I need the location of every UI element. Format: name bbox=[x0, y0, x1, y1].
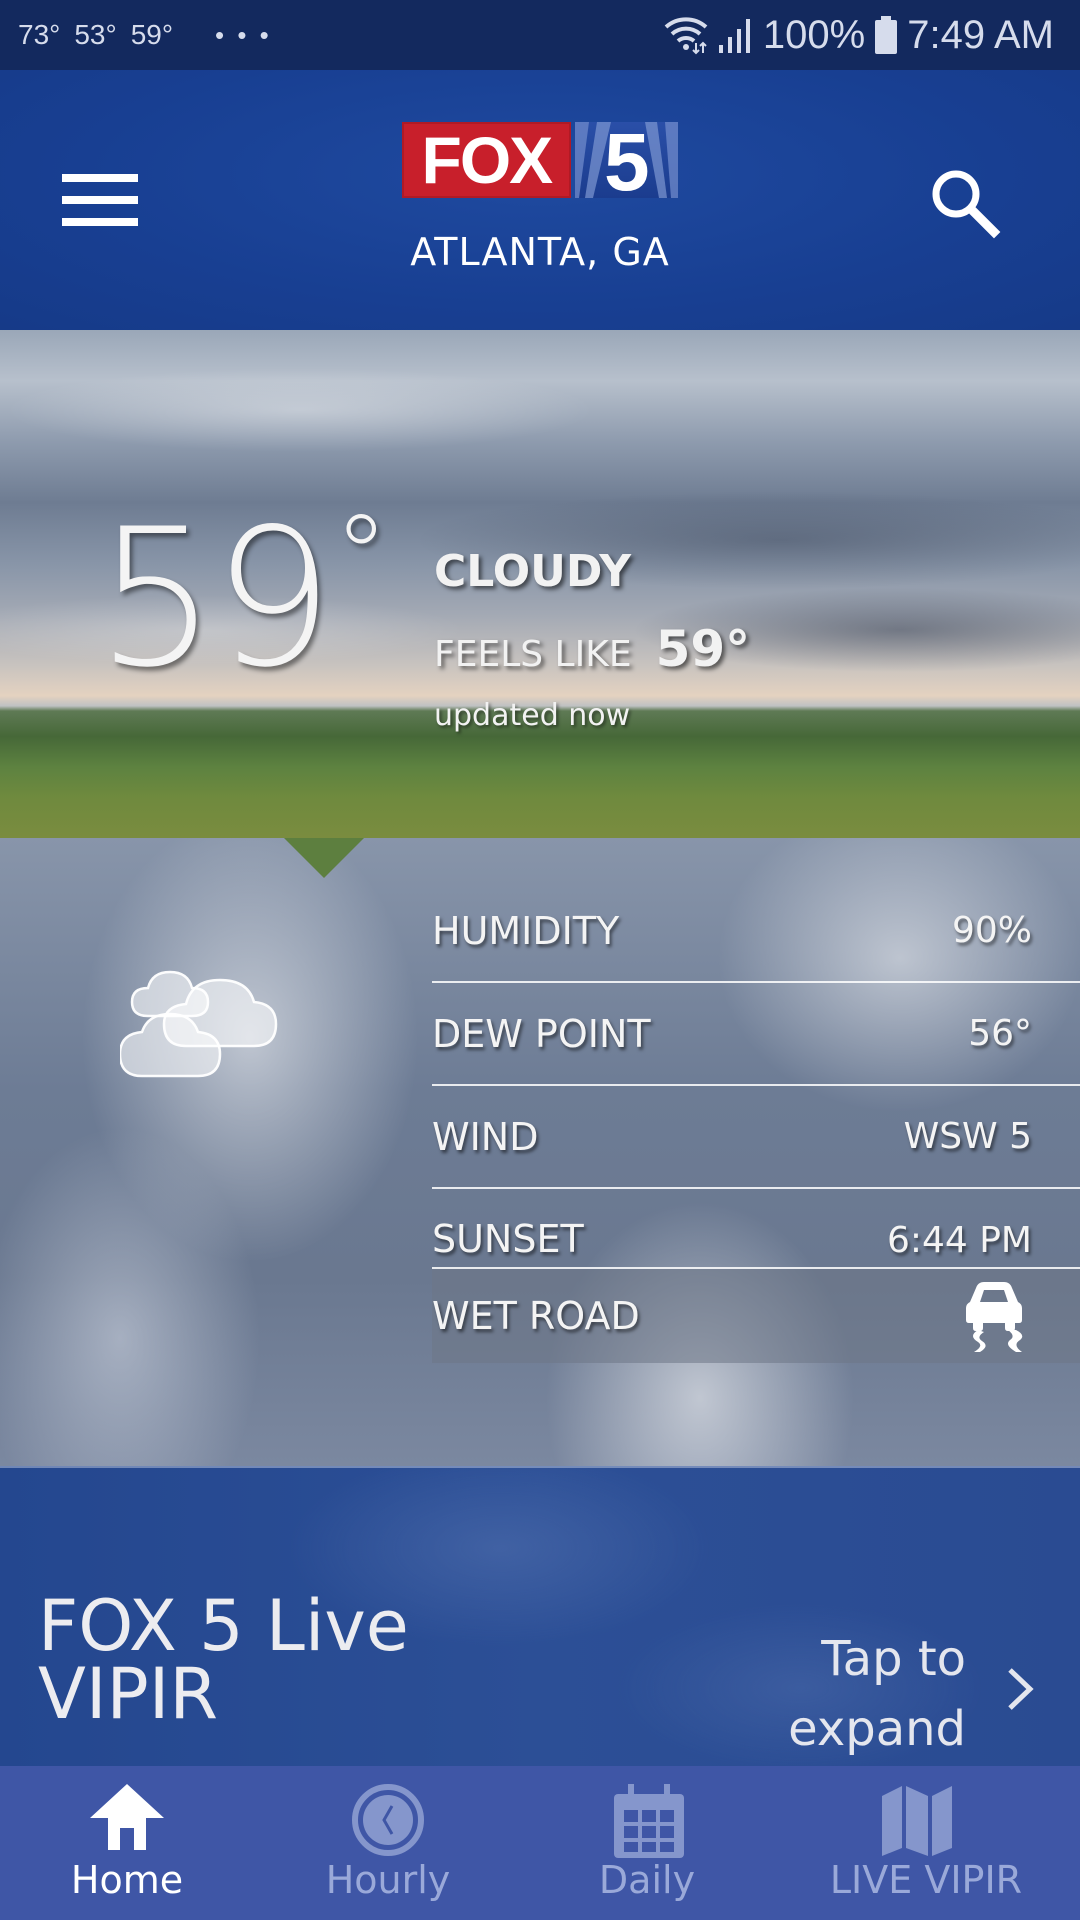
clock-time: 7:49 AM bbox=[907, 12, 1054, 57]
vipir-title: FOX 5 Live VIPIR bbox=[38, 1585, 409, 1735]
logo-five: 5 bbox=[574, 122, 678, 198]
map-icon bbox=[882, 1786, 952, 1856]
section-pointer bbox=[284, 838, 364, 878]
nav-label: Hourly bbox=[325, 1858, 451, 1902]
logo-fox: FOX bbox=[402, 122, 571, 198]
status-temp: 59° bbox=[130, 19, 174, 50]
metric-label: WIND bbox=[432, 1114, 539, 1159]
nav-label: Daily bbox=[598, 1858, 696, 1902]
status-temp: 73° bbox=[18, 19, 61, 50]
search-icon[interactable] bbox=[928, 166, 1002, 240]
clock-icon bbox=[352, 1784, 424, 1856]
slippery-road-icon bbox=[966, 1282, 1023, 1352]
bottom-navigation: Home Hourly Daily LIVE VIPIR bbox=[0, 1766, 1080, 1920]
status-bar: 73° 53° 59° • • • 100% 7:49 AM bbox=[0, 0, 1080, 70]
wifi-icon bbox=[664, 17, 708, 55]
weather-details: HUMIDITY 90% DEW POINT 56° WIND WSW 5 SU… bbox=[0, 838, 1080, 1466]
tap-line: expand bbox=[788, 1701, 966, 1757]
temperature-value: 59 bbox=[96, 488, 334, 709]
nav-label: Home bbox=[70, 1858, 184, 1902]
cloudy-icon bbox=[120, 970, 278, 1078]
live-vipir-banner[interactable]: FOX 5 Live VIPIR Tap to expand bbox=[0, 1466, 1080, 1766]
nav-label: LIVE VIPIR bbox=[829, 1858, 1023, 1902]
nav-daily[interactable]: Daily bbox=[522, 1766, 772, 1920]
metric-row-humidity: HUMIDITY 90% bbox=[432, 880, 1080, 983]
chevron-right-icon[interactable] bbox=[1002, 1664, 1038, 1714]
metric-label: HUMIDITY bbox=[432, 908, 620, 953]
current-conditions: 59° CLOUDY FEELS LIKE 59° updated now bbox=[0, 330, 1080, 838]
feels-like: FEELS LIKE 59° bbox=[434, 620, 750, 678]
nav-live-vipir[interactable]: LIVE VIPIR bbox=[772, 1766, 1080, 1920]
metric-row-wind: WIND WSW 5 bbox=[432, 1086, 1080, 1189]
home-icon bbox=[90, 1784, 164, 1850]
vipir-title-line: VIPIR bbox=[38, 1653, 219, 1735]
more-notifications-icon: • • • bbox=[215, 19, 272, 50]
logo-number: 5 bbox=[603, 122, 650, 198]
wet-road-alert[interactable]: WET ROAD bbox=[432, 1269, 1080, 1363]
metric-value: 90% bbox=[951, 910, 1032, 951]
status-temp: 53° bbox=[74, 19, 117, 50]
vipir-title-line: FOX 5 Live bbox=[38, 1585, 409, 1667]
tap-line: Tap to bbox=[821, 1631, 966, 1687]
hamburger-menu-icon[interactable] bbox=[62, 174, 138, 228]
degree-symbol: ° bbox=[333, 491, 389, 619]
feels-like-label: FEELS LIKE bbox=[434, 634, 632, 675]
metric-value: 6:44 PM bbox=[886, 1220, 1032, 1261]
nav-hourly[interactable]: Hourly bbox=[254, 1766, 522, 1920]
tap-to-expand[interactable]: Tap to expand bbox=[760, 1624, 966, 1764]
metric-value: WSW 5 bbox=[903, 1116, 1032, 1157]
current-temperature: 59° bbox=[96, 500, 389, 694]
metric-value: 56° bbox=[968, 1013, 1032, 1054]
metric-label: SUNSET bbox=[432, 1217, 584, 1261]
updated-text: updated now bbox=[434, 698, 631, 733]
location-label: ATLANTA, GA bbox=[410, 230, 670, 274]
fox5-logo: FOX 5 bbox=[402, 122, 678, 200]
app-header: FOX 5 ATLANTA, GA bbox=[0, 70, 1080, 330]
metric-label: DEW POINT bbox=[432, 1011, 651, 1056]
battery-percent: 100% bbox=[762, 12, 866, 57]
metric-row-sunset: SUNSET 6:44 PM bbox=[432, 1189, 1080, 1269]
calendar-icon bbox=[614, 1784, 684, 1858]
alert-label: WET ROAD bbox=[432, 1294, 640, 1338]
metrics-list: HUMIDITY 90% DEW POINT 56° WIND WSW 5 SU… bbox=[432, 880, 1080, 1363]
status-notifications: 73° 53° 59° • • • bbox=[18, 19, 272, 51]
metric-row-dew-point: DEW POINT 56° bbox=[432, 983, 1080, 1086]
condition-text: CLOUDY bbox=[434, 546, 632, 597]
signal-icon bbox=[718, 19, 750, 53]
battery-icon bbox=[875, 16, 898, 54]
feels-like-value: 59° bbox=[655, 620, 751, 678]
nav-home[interactable]: Home bbox=[0, 1766, 254, 1920]
